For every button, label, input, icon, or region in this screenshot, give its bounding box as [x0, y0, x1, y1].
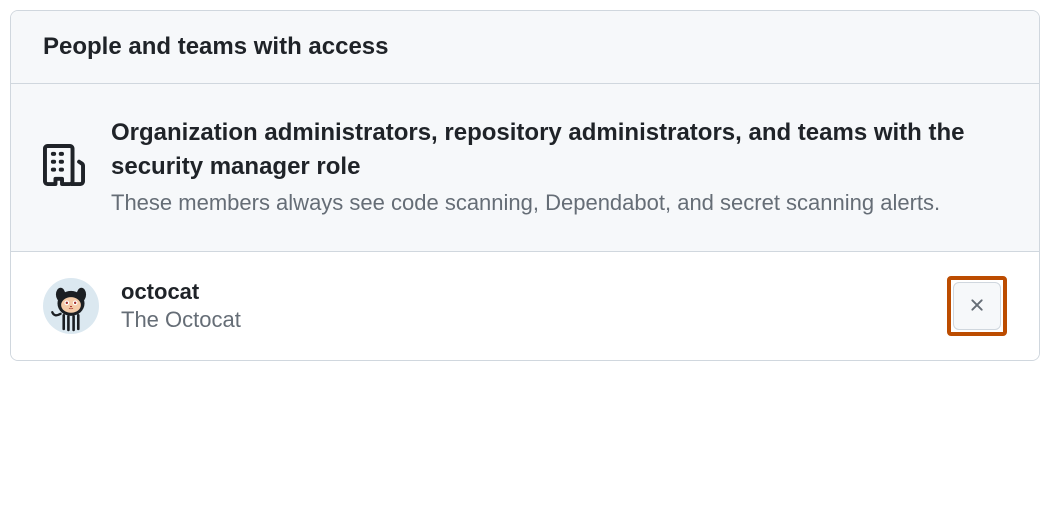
remove-button-highlight: [947, 276, 1007, 336]
info-row: Organization administrators, repository …: [11, 84, 1039, 252]
access-panel: People and teams with access Organizatio…: [10, 10, 1040, 361]
info-description: These members always see code scanning, …: [111, 187, 1007, 219]
user-row: octocat The Octocat: [11, 252, 1039, 360]
info-title: Organization administrators, repository …: [111, 116, 1007, 183]
panel-header: People and teams with access: [11, 11, 1039, 84]
organization-icon: [43, 144, 85, 192]
user-text: octocat The Octocat: [121, 279, 925, 333]
octocat-avatar: [43, 278, 99, 334]
user-display-name: The Octocat: [121, 307, 925, 333]
panel-title: People and teams with access: [43, 33, 1007, 61]
remove-user-button[interactable]: [953, 282, 1001, 330]
close-icon: [967, 295, 987, 318]
info-text: Organization administrators, repository …: [111, 116, 1007, 219]
user-username: octocat: [121, 279, 925, 305]
